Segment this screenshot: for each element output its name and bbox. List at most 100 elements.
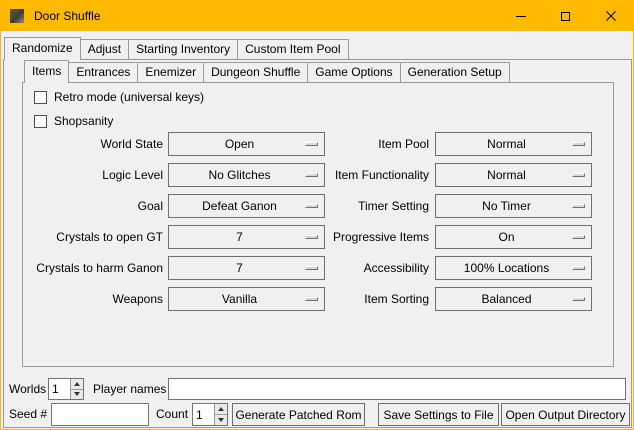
count-spinner[interactable] — [192, 403, 228, 426]
tab-dungeon-shuffle[interactable]: Dungeon Shuffle — [203, 62, 308, 83]
world-state-dropdown[interactable]: Open — [168, 132, 325, 156]
timer-setting-label: Timer Setting — [319, 194, 429, 218]
close-icon — [606, 11, 616, 21]
accessibility-label: Accessibility — [319, 256, 429, 280]
logic-level-dropdown[interactable]: No Glitches — [168, 163, 325, 187]
checkbox-icon — [34, 115, 47, 128]
logic-level-label: Logic Level — [27, 163, 163, 187]
dropdown-indicator-icon — [305, 173, 318, 177]
dropdown-value: No Glitches — [171, 164, 308, 186]
window-controls — [498, 1, 633, 31]
tab-enemizer[interactable]: Enemizer — [137, 62, 204, 83]
weapons-dropdown[interactable]: Vanilla — [168, 287, 325, 311]
crystals-ganon-label: Crystals to harm Ganon — [27, 256, 163, 280]
option-row: Crystals to open GT 7 Progressive Items … — [23, 225, 613, 249]
goal-label: Goal — [27, 194, 163, 218]
option-row: Weapons Vanilla Item Sorting Balanced — [23, 287, 613, 311]
dropdown-indicator-icon — [572, 266, 585, 270]
shopsanity-checkbox[interactable]: Shopsanity — [34, 112, 113, 130]
crystals-gt-label: Crystals to open GT — [27, 225, 163, 249]
item-sorting-label: Item Sorting — [319, 287, 429, 311]
worlds-label: Worlds — [9, 378, 46, 400]
dropdown-value: Vanilla — [171, 288, 308, 310]
main-tab-bar: Randomize Adjust Starting Inventory Cust… — [4, 37, 349, 60]
checkbox-icon — [34, 91, 47, 104]
tab-generation-setup[interactable]: Generation Setup — [400, 62, 510, 83]
spinner-buttons — [70, 379, 83, 399]
dropdown-value: No Timer — [438, 195, 575, 217]
spin-up-icon[interactable] — [214, 404, 227, 414]
checkbox-label: Shopsanity — [54, 114, 113, 128]
dropdown-indicator-icon — [305, 266, 318, 270]
accessibility-dropdown[interactable]: 100% Locations — [435, 256, 592, 280]
dropdown-indicator-icon — [572, 235, 585, 239]
dropdown-value: 7 — [171, 257, 308, 279]
world-state-label: World State — [27, 132, 163, 156]
dropdown-value: Normal — [438, 164, 575, 186]
dropdown-value: 7 — [171, 226, 308, 248]
option-row: Logic Level No Glitches Item Functionali… — [23, 163, 613, 187]
close-button[interactable] — [588, 1, 633, 31]
count-input[interactable] — [193, 404, 214, 425]
window-title: Door Shuffle — [34, 9, 101, 23]
progressive-items-label: Progressive Items — [319, 225, 429, 249]
player-names-label: Player names — [93, 378, 166, 400]
goal-dropdown[interactable]: Defeat Ganon — [168, 194, 325, 218]
item-sorting-dropdown[interactable]: Balanced — [435, 287, 592, 311]
save-settings-button[interactable]: Save Settings to File — [378, 403, 499, 426]
minimize-button[interactable] — [498, 1, 543, 31]
dropdown-value: Balanced — [438, 288, 575, 310]
dropdown-value: Defeat Ganon — [171, 195, 308, 217]
item-functionality-dropdown[interactable]: Normal — [435, 163, 592, 187]
dropdown-indicator-icon — [305, 235, 318, 239]
worlds-spinner[interactable] — [48, 378, 84, 400]
worlds-input[interactable] — [49, 379, 70, 399]
item-pool-dropdown[interactable]: Normal — [435, 132, 592, 156]
app-icon — [10, 9, 24, 23]
option-row: World State Open Item Pool Normal — [23, 132, 613, 156]
minimize-icon — [516, 16, 526, 17]
spin-down-icon[interactable] — [214, 414, 227, 425]
tab-starting-inventory[interactable]: Starting Inventory — [128, 39, 238, 60]
seed-input[interactable] — [51, 403, 149, 426]
dropdown-value: 100% Locations — [438, 257, 575, 279]
dropdown-indicator-icon — [572, 142, 585, 146]
seed-label: Seed # — [9, 403, 47, 426]
titlebar[interactable]: Door Shuffle — [1, 1, 633, 31]
option-row: Goal Defeat Ganon Timer Setting No Timer — [23, 194, 613, 218]
count-label: Count — [156, 403, 188, 426]
progressive-items-dropdown[interactable]: On — [435, 225, 592, 249]
dropdown-value: Normal — [438, 133, 575, 155]
tab-items[interactable]: Items — [24, 60, 69, 83]
item-functionality-label: Item Functionality — [319, 163, 429, 187]
retro-mode-checkbox[interactable]: Retro mode (universal keys) — [34, 88, 204, 106]
timer-setting-dropdown[interactable]: No Timer — [435, 194, 592, 218]
crystals-ganon-dropdown[interactable]: 7 — [168, 256, 325, 280]
weapons-label: Weapons — [27, 287, 163, 311]
tab-game-options[interactable]: Game Options — [307, 62, 400, 83]
dropdown-indicator-icon — [572, 204, 585, 208]
checkbox-label: Retro mode (universal keys) — [54, 90, 204, 104]
tab-custom-item-pool[interactable]: Custom Item Pool — [237, 39, 348, 60]
dropdown-indicator-icon — [305, 142, 318, 146]
dropdown-indicator-icon — [305, 204, 318, 208]
maximize-icon — [561, 12, 570, 21]
dropdown-indicator-icon — [572, 297, 585, 301]
spin-up-icon[interactable] — [70, 379, 83, 389]
player-names-input[interactable] — [168, 378, 626, 400]
maximize-button[interactable] — [543, 1, 588, 31]
settings-tab-bar: Items Entrances Enemizer Dungeon Shuffle… — [24, 60, 510, 83]
dropdown-indicator-icon — [305, 297, 318, 301]
dropdown-value: Open — [171, 133, 308, 155]
dropdown-value: On — [438, 226, 575, 248]
tab-adjust[interactable]: Adjust — [80, 39, 129, 60]
items-pane: Retro mode (universal keys) Shopsanity W… — [22, 82, 614, 367]
dropdown-indicator-icon — [572, 173, 585, 177]
crystals-gt-dropdown[interactable]: 7 — [168, 225, 325, 249]
generate-patched-rom-button[interactable]: Generate Patched Rom — [232, 403, 365, 426]
open-output-directory-button[interactable]: Open Output Directory — [501, 403, 630, 426]
tab-randomize[interactable]: Randomize — [4, 37, 81, 60]
spin-down-icon[interactable] — [70, 389, 83, 400]
option-row: Crystals to harm Ganon 7 Accessibility 1… — [23, 256, 613, 280]
tab-entrances[interactable]: Entrances — [68, 62, 138, 83]
